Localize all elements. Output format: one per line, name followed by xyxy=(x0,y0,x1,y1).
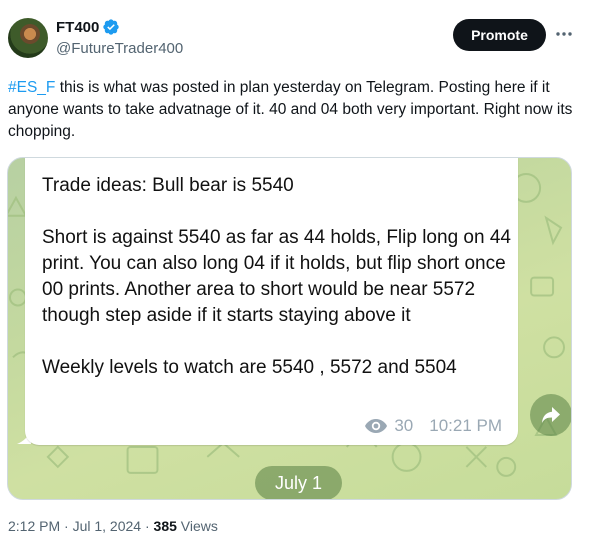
message-meta: 30 10:21 PM xyxy=(364,416,502,436)
author-name-row: FT400 xyxy=(56,18,120,36)
message-time: 10:21 PM xyxy=(429,416,502,435)
author-display-name[interactable]: FT400 xyxy=(56,19,99,36)
author-handle[interactable]: @FutureTrader400 xyxy=(56,40,183,57)
tweet-text: #ES_F this is what was posted in plan ye… xyxy=(8,77,588,143)
share-arrow-icon xyxy=(542,407,560,423)
date-pill: July 1 xyxy=(255,466,342,499)
share-button[interactable] xyxy=(530,394,571,436)
message-view-count: 30 xyxy=(394,416,414,435)
views-label: Views xyxy=(176,518,218,534)
telegram-message-bubble: Trade ideas: Bull bear is 5540 Short is … xyxy=(25,158,518,445)
tweet-footer: 2:12 PM · Jul 1, 2024 · 385 Views xyxy=(8,518,218,534)
hashtag-link[interactable]: #ES_F xyxy=(8,79,55,96)
message-line: Short is against 5540 as far as 44 holds… xyxy=(42,227,511,326)
more-options-button[interactable] xyxy=(552,22,576,46)
promote-button[interactable]: Promote xyxy=(453,19,546,51)
eye-icon xyxy=(365,419,388,433)
tweet-body: this is what was posted in plan yesterda… xyxy=(8,79,573,140)
tweet-media-image[interactable]: Trade ideas: Bull bear is 5540 Short is … xyxy=(7,157,572,500)
more-horizontal-icon xyxy=(556,32,572,36)
message-text: Trade ideas: Bull bear is 5540 Short is … xyxy=(42,173,512,381)
views-count: 385 xyxy=(153,518,177,534)
tweet-timestamp[interactable]: 2:12 PM · Jul 1, 2024 · xyxy=(8,518,154,534)
message-line: Weekly levels to watch are 5540 , 5572 a… xyxy=(42,357,457,378)
author-avatar[interactable] xyxy=(8,18,48,58)
verified-badge-icon xyxy=(103,19,120,35)
message-line: Trade ideas: Bull bear is 5540 xyxy=(42,175,294,196)
